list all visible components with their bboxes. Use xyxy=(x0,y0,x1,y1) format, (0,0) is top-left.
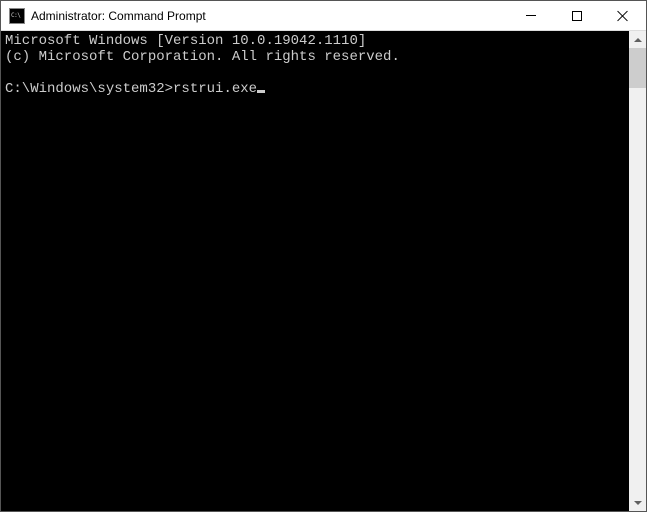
arrow-down-icon xyxy=(634,501,642,505)
copyright-line: (c) Microsoft Corporation. All rights re… xyxy=(5,49,625,65)
window-title: Administrator: Command Prompt xyxy=(31,9,508,23)
scrollbar[interactable] xyxy=(629,31,646,511)
titlebar[interactable]: Administrator: Command Prompt xyxy=(1,1,646,31)
maximize-icon xyxy=(572,11,582,21)
maximize-button[interactable] xyxy=(554,1,600,30)
prompt-line: C:\Windows\system32>rstrui.exe xyxy=(5,81,625,97)
window-controls xyxy=(508,1,646,30)
close-icon xyxy=(617,10,629,22)
minimize-icon xyxy=(526,15,536,16)
close-button[interactable] xyxy=(600,1,646,30)
version-line: Microsoft Windows [Version 10.0.19042.11… xyxy=(5,33,625,49)
arrow-up-icon xyxy=(634,38,642,42)
scroll-up-button[interactable] xyxy=(629,31,646,48)
minimize-button[interactable] xyxy=(508,1,554,30)
cursor xyxy=(257,90,265,93)
terminal-area: Microsoft Windows [Version 10.0.19042.11… xyxy=(1,31,646,511)
scrollbar-track[interactable] xyxy=(629,48,646,494)
scrollbar-thumb[interactable] xyxy=(629,48,646,88)
blank-line xyxy=(5,65,625,81)
scroll-down-button[interactable] xyxy=(629,494,646,511)
prompt-text: C:\Windows\system32> xyxy=(5,81,173,97)
terminal-output[interactable]: Microsoft Windows [Version 10.0.19042.11… xyxy=(1,31,629,511)
command-prompt-window: Administrator: Command Prompt Microsoft … xyxy=(0,0,647,512)
command-input[interactable]: rstrui.exe xyxy=(173,81,257,97)
cmd-icon xyxy=(9,8,25,24)
